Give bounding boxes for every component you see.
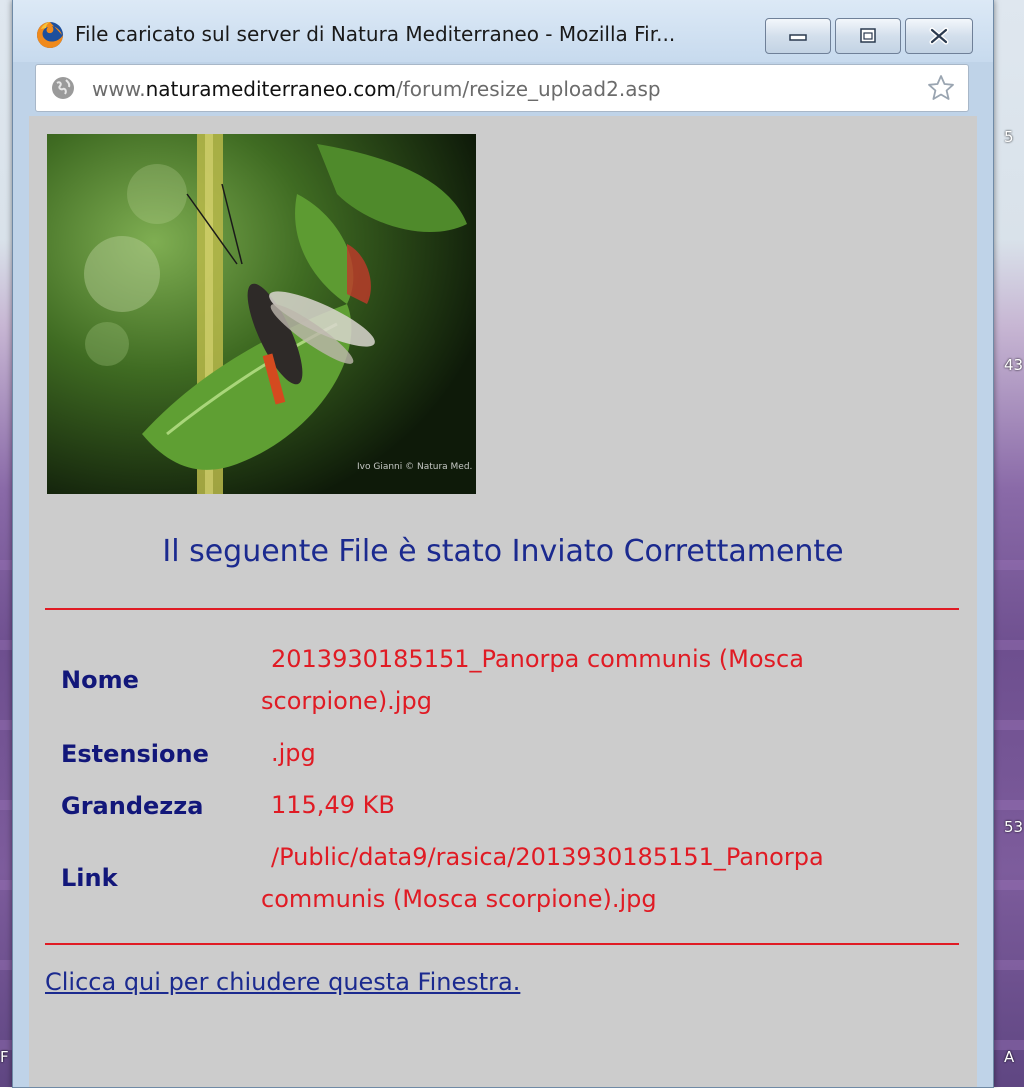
field-value-nome: 2013930185151_Panorpa communis (Mosca sc… xyxy=(261,645,804,715)
window-title: File caricato sul server di Natura Medit… xyxy=(75,22,676,46)
close-button[interactable] xyxy=(905,18,973,54)
desktop-label: 43 xyxy=(1004,356,1024,374)
photo-watermark: Ivo Gianni © Natura Med. xyxy=(357,462,472,472)
desktop-label: 53 xyxy=(1004,818,1024,836)
desktop-label: F xyxy=(0,1048,9,1066)
insect-photo: Ivo Gianni © Natura Med. xyxy=(47,134,476,494)
field-value-grandezza: 115,49 KB xyxy=(271,791,395,819)
close-icon xyxy=(929,27,949,45)
url-prefix: www. xyxy=(92,77,146,101)
page-title: Il seguente File è stato Inviato Corrett… xyxy=(162,534,844,569)
field-label-estensione: Estensione xyxy=(61,740,209,768)
url-host: naturamediterraneo.com xyxy=(145,77,396,101)
title-bar[interactable]: File caricato sul server di Natura Medit… xyxy=(13,0,993,112)
close-window-link[interactable]: Clicca qui per chiudere questa Finestra. xyxy=(45,968,520,996)
address-bar[interactable]: www.naturamediterraneo.com/forum/resize_… xyxy=(35,64,969,112)
field-label-grandezza: Grandezza xyxy=(61,792,204,820)
globe-icon xyxy=(52,77,74,99)
page-content: Ivo Gianni © Natura Med. Il seguente Fil… xyxy=(29,116,977,1087)
popup-window: File caricato sul server di Natura Medit… xyxy=(12,0,994,1088)
maximize-button[interactable] xyxy=(835,18,901,54)
uploaded-photo: Ivo Gianni © Natura Med. xyxy=(47,134,476,494)
minimize-icon xyxy=(789,34,807,41)
field-label-nome: Nome xyxy=(61,666,139,694)
desktop-label: A xyxy=(1004,1048,1015,1066)
field-label-link: Link xyxy=(61,864,118,892)
minimize-button[interactable] xyxy=(765,18,831,54)
desktop-label: 5 xyxy=(1004,128,1014,146)
star-icon[interactable] xyxy=(926,73,956,103)
firefox-icon xyxy=(37,22,63,48)
maximize-icon xyxy=(860,28,876,43)
field-value-link: /Public/data9/rasica/2013930185151_Panor… xyxy=(261,843,824,913)
field-value-estensione: .jpg xyxy=(271,739,316,767)
url-text: www.naturamediterraneo.com/forum/resize_… xyxy=(92,77,661,101)
url-path: /forum/resize_upload2.asp xyxy=(396,77,661,101)
divider-bottom xyxy=(45,943,959,945)
divider-top xyxy=(45,608,959,610)
